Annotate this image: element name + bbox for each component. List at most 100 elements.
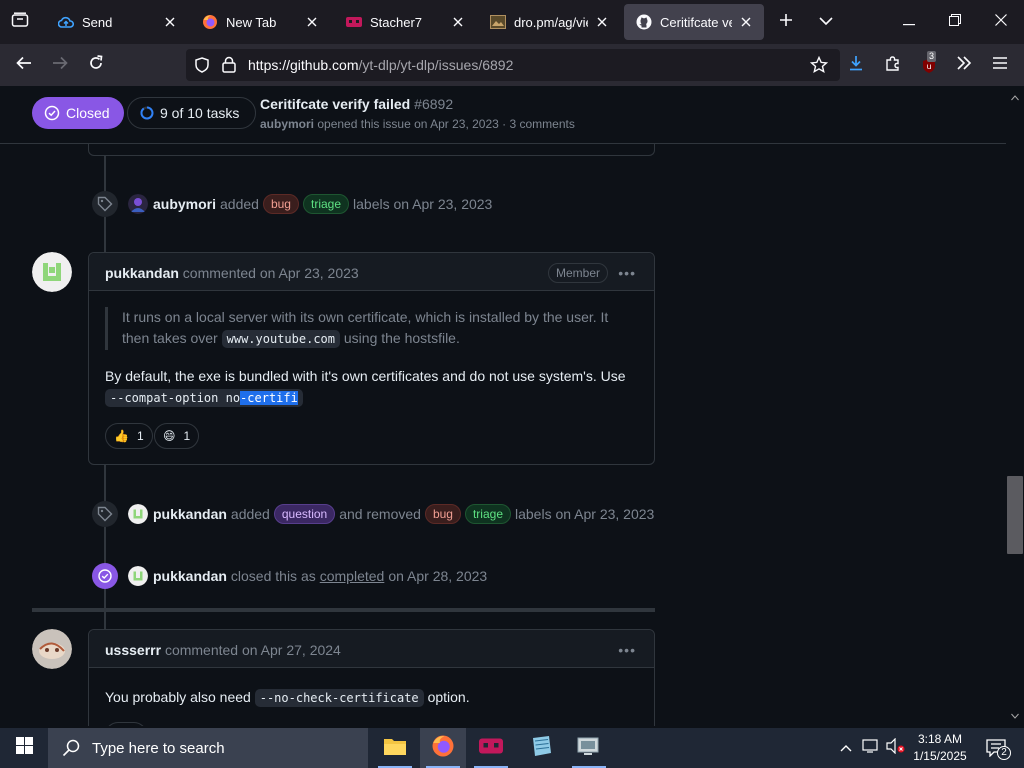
firefox-icon xyxy=(202,14,218,30)
event-tail: labels on Apr 23, 2023 xyxy=(515,506,655,522)
lock-icon[interactable] xyxy=(222,56,236,78)
volume-tray-icon[interactable] xyxy=(884,728,908,768)
label-triage[interactable]: triage xyxy=(302,194,350,214)
close-tab-icon[interactable] xyxy=(738,14,754,30)
github-issue-page: Closed 9 of 10 tasks Ceritifcate verify … xyxy=(0,86,1006,726)
cloud-upload-icon xyxy=(58,14,74,30)
event-user-link[interactable]: aubymori xyxy=(153,196,216,212)
list-all-tabs-button[interactable] xyxy=(808,0,844,44)
completed-link[interactable]: completed xyxy=(320,568,385,584)
show-hidden-icons-button[interactable] xyxy=(834,728,858,768)
address-bar[interactable]: https://github.com/yt-dlp/yt-dlp/issues/… xyxy=(186,49,840,81)
comment-author-link[interactable]: ussserrr xyxy=(105,642,161,658)
bookmark-star-icon[interactable] xyxy=(809,55,829,79)
tab-overview-icon xyxy=(11,11,29,33)
notebook-icon xyxy=(529,735,553,762)
comment-header: pukkandan commented on Apr 23, 2023 Memb… xyxy=(89,253,654,291)
network-tray-icon[interactable] xyxy=(858,728,884,768)
app-menu-button[interactable] xyxy=(984,49,1016,81)
notification-icon: 2 xyxy=(986,738,1011,760)
tab-new-tab[interactable]: New Tab xyxy=(190,4,330,40)
taskbar-app-remote[interactable] xyxy=(566,728,612,768)
comment-author-link[interactable]: pukkandan xyxy=(105,265,179,281)
back-button[interactable] xyxy=(8,49,40,81)
close-window-button[interactable] xyxy=(978,0,1024,44)
avatar[interactable] xyxy=(32,252,72,292)
taskbar-search-box[interactable]: Type here to search xyxy=(48,728,368,768)
avatar[interactable] xyxy=(32,629,72,669)
tab-overview-button[interactable] xyxy=(0,0,40,44)
start-button[interactable] xyxy=(0,728,48,768)
new-tab-button[interactable] xyxy=(768,0,804,44)
page-scrollbar[interactable] xyxy=(1006,86,1024,726)
close-tab-icon[interactable] xyxy=(594,14,610,30)
tasks-label: 9 of 10 tasks xyxy=(160,105,240,121)
comment-box: ussserrr commented on Apr 27, 2024 ••• Y… xyxy=(88,629,655,726)
taskbar-firefox[interactable] xyxy=(420,728,466,768)
quote-code: www.youtube.com xyxy=(221,330,340,348)
avatar[interactable] xyxy=(128,504,148,524)
event-verb: added xyxy=(230,506,270,522)
svg-text:u: u xyxy=(926,62,931,71)
label-bug[interactable]: bug xyxy=(262,194,299,214)
github-icon xyxy=(636,14,652,30)
downloads-button[interactable] xyxy=(840,49,872,81)
scroll-down-icon[interactable] xyxy=(1011,706,1019,724)
add-reaction-button[interactable] xyxy=(105,722,147,726)
tab-github-issue[interactable]: Ceritifcate verify xyxy=(624,4,764,40)
comment-author-line: pukkandan commented on Apr 23, 2023 xyxy=(105,265,359,281)
comment-options-icon[interactable]: ••• xyxy=(618,265,636,281)
comment-timestamp[interactable]: commented on Apr 23, 2023 xyxy=(183,265,359,281)
tab-stacher7[interactable]: Stacher7 xyxy=(334,4,476,40)
comment-author-line: ussserrr commented on Apr 27, 2024 xyxy=(105,642,341,658)
tab-dro-pm[interactable]: dro.pm/ag/view xyxy=(478,4,620,40)
taskbar-stacher[interactable] xyxy=(468,728,514,768)
event-user-link[interactable]: pukkandan xyxy=(153,568,227,584)
close-icon xyxy=(995,13,1007,31)
comment-options-icon[interactable]: ••• xyxy=(618,642,636,658)
scroll-up-icon[interactable] xyxy=(1011,88,1019,106)
taskbar-file-explorer[interactable] xyxy=(372,728,418,768)
comment-body-text: You probably also need xyxy=(105,689,251,705)
forward-button[interactable] xyxy=(44,49,76,81)
search-icon xyxy=(62,739,80,757)
notification-count: 2 xyxy=(997,746,1011,760)
close-tab-icon[interactable] xyxy=(304,14,320,30)
issue-author-link[interactable]: aubymori xyxy=(260,117,314,131)
sticky-issue-header: Closed 9 of 10 tasks Ceritifcate verify … xyxy=(0,86,1006,144)
event-tail: labels on Apr 23, 2023 xyxy=(353,196,493,212)
monitor-icon xyxy=(576,735,602,762)
label-triage[interactable]: triage xyxy=(464,504,511,524)
chevron-down-icon xyxy=(819,13,833,31)
system-clock[interactable]: 3:18 AM 1/15/2025 xyxy=(908,731,972,765)
label-question[interactable]: question xyxy=(273,504,336,524)
restore-button[interactable] xyxy=(932,0,978,44)
avatar[interactable] xyxy=(128,566,148,586)
issue-title-text: Ceritifcate verify failed xyxy=(260,96,411,112)
reaction-count: 1 xyxy=(136,429,144,443)
reload-button[interactable] xyxy=(80,49,112,81)
event-user-link[interactable]: pukkandan xyxy=(153,506,227,522)
reaction-smile[interactable]: 😄 1 xyxy=(154,423,200,449)
tab-send[interactable]: Send xyxy=(46,4,188,40)
url-text[interactable]: https://github.com/yt-dlp/yt-dlp/issues/… xyxy=(248,57,513,73)
more-tools-button[interactable] xyxy=(948,49,980,81)
avatar[interactable] xyxy=(128,194,148,214)
close-tab-icon[interactable] xyxy=(450,14,466,30)
reaction-thumbs-up[interactable]: 👍 1 xyxy=(105,423,153,449)
close-tab-icon[interactable] xyxy=(162,14,178,30)
tasks-progress-pill[interactable]: 9 of 10 tasks xyxy=(127,97,257,129)
ublock-button[interactable]: u 3 xyxy=(913,49,945,81)
event-middle: and removed xyxy=(339,506,421,522)
timeline-event-closed: pukkandan closed this as completed on Ap… xyxy=(92,563,487,589)
minimize-button[interactable] xyxy=(886,0,932,44)
shield-icon[interactable] xyxy=(194,57,210,78)
comment-timestamp[interactable]: commented on Apr 27, 2024 xyxy=(165,642,341,658)
extensions-button[interactable] xyxy=(877,49,909,81)
label-bug[interactable]: bug xyxy=(424,504,461,524)
notification-center-button[interactable]: 2 xyxy=(976,728,1020,768)
comment-body: You probably also need --no-check-certif… xyxy=(105,687,635,709)
double-chevron-right-icon xyxy=(956,55,972,75)
taskbar-app-notes[interactable] xyxy=(518,728,564,768)
scrollbar-thumb[interactable] xyxy=(1007,476,1023,554)
